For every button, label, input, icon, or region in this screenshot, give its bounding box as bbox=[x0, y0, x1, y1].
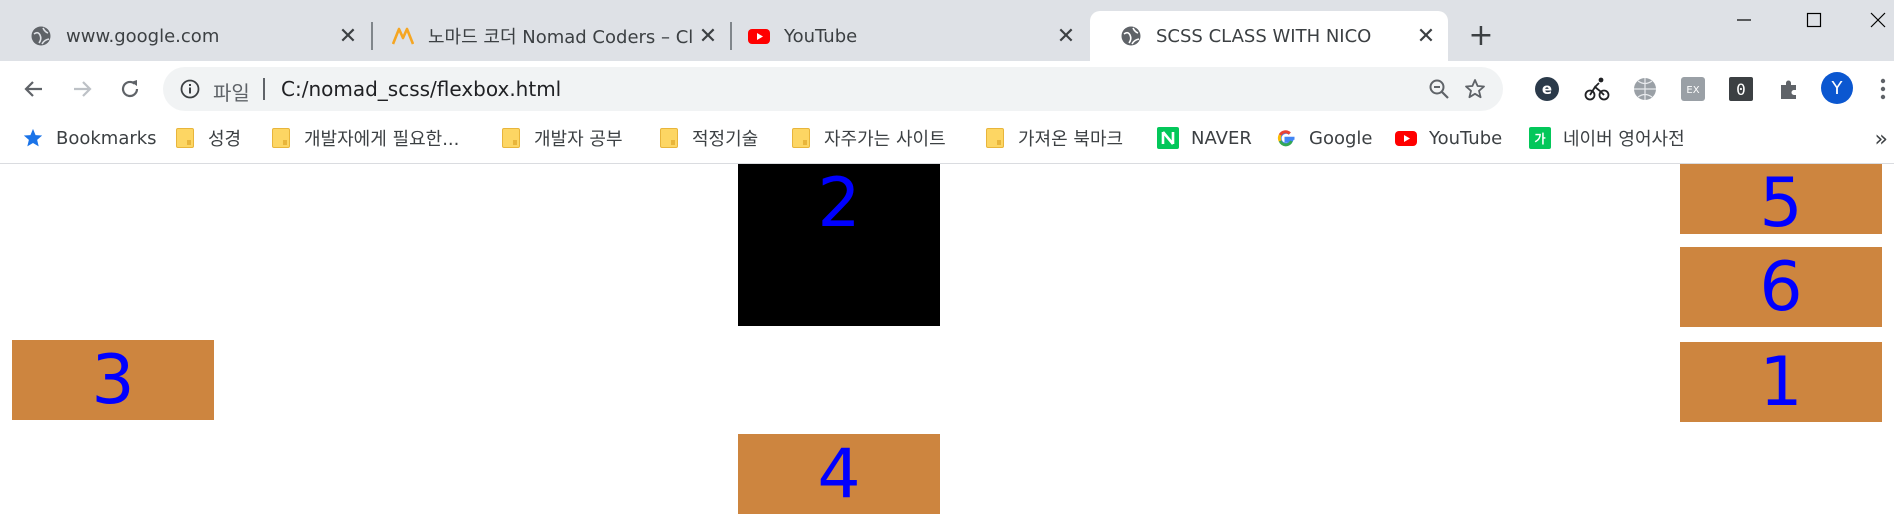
folder-icon bbox=[500, 127, 522, 149]
back-button[interactable] bbox=[16, 71, 52, 107]
ex-extension-icon[interactable]: EX bbox=[1678, 74, 1708, 104]
bookmark-folder[interactable]: 개발자 공부 bbox=[500, 123, 623, 153]
box-number: 3 bbox=[91, 340, 135, 420]
box-number: 5 bbox=[1759, 164, 1803, 243]
globe-extension-icon[interactable] bbox=[1630, 74, 1660, 104]
address-divider bbox=[263, 78, 265, 100]
info-icon[interactable] bbox=[179, 78, 201, 100]
bookmark-label: NAVER bbox=[1191, 127, 1252, 149]
bookmark-label: YouTube bbox=[1429, 127, 1503, 149]
box-number: 2 bbox=[817, 164, 861, 243]
bookmark-folder[interactable]: 성경 bbox=[174, 123, 241, 153]
cycling-extension-icon[interactable] bbox=[1582, 74, 1612, 104]
flex-box-6: 6 bbox=[1680, 247, 1882, 327]
new-tab-button[interactable]: + bbox=[1466, 18, 1496, 53]
tab-youtube[interactable]: YouTube ✕ bbox=[718, 11, 1088, 61]
arrow-right-icon bbox=[74, 81, 92, 97]
bookmark-label: Google bbox=[1309, 127, 1373, 149]
e-extension-icon[interactable]: e bbox=[1532, 74, 1562, 104]
profile-avatar[interactable]: Y bbox=[1820, 71, 1854, 105]
svg-text:e: e bbox=[1542, 80, 1552, 98]
menu-kebab-icon[interactable] bbox=[1872, 74, 1894, 104]
globe-icon bbox=[30, 25, 52, 47]
close-icon[interactable]: ✕ bbox=[336, 24, 360, 49]
zero-extension-icon[interactable]: 0 bbox=[1726, 74, 1756, 104]
star-icon bbox=[22, 127, 44, 149]
minimize-button[interactable] bbox=[1724, 5, 1764, 35]
avatar-initial: Y bbox=[1831, 77, 1843, 99]
folder-icon bbox=[984, 127, 1006, 149]
maximize-button[interactable] bbox=[1794, 5, 1834, 35]
star-bookmark-icon[interactable] bbox=[1461, 75, 1489, 103]
tab-title: SCSS CLASS WITH NICO bbox=[1156, 25, 1372, 47]
bookmark-label: 개발자 공부 bbox=[534, 129, 623, 150]
flex-box-5: 5 bbox=[1680, 164, 1882, 243]
browser-toolbar: 파일 C:/nomad_scss/flexbox.html e EX 0 Y bbox=[0, 61, 1894, 117]
bookmark-folder[interactable]: 개발자에게 필요한... bbox=[270, 123, 459, 153]
folder-icon bbox=[658, 127, 680, 149]
flex-box-2: 2 bbox=[738, 164, 940, 326]
close-icon[interactable]: ✕ bbox=[1414, 24, 1438, 49]
bookmark-naver-dictionary[interactable]: 가 네이버 영어사전 bbox=[1529, 123, 1685, 153]
close-window-button[interactable] bbox=[1862, 5, 1894, 35]
bookmark-google[interactable]: Google bbox=[1275, 123, 1372, 153]
zoom-icon[interactable] bbox=[1425, 75, 1453, 103]
svg-text:0: 0 bbox=[1736, 80, 1746, 99]
arrow-left-icon bbox=[24, 81, 42, 97]
close-icon[interactable]: ✕ bbox=[696, 24, 720, 49]
bookmark-label: Bookmarks bbox=[56, 127, 157, 149]
youtube-icon bbox=[748, 25, 770, 47]
svg-text:EX: EX bbox=[1686, 85, 1699, 96]
naver-icon bbox=[1157, 127, 1179, 149]
close-icon[interactable]: ✕ bbox=[1054, 24, 1078, 49]
folder-icon bbox=[790, 127, 812, 149]
box-number: 1 bbox=[1759, 342, 1803, 422]
tab-title: YouTube bbox=[784, 25, 858, 47]
bookmark-label: 네이버 영어사전 bbox=[1563, 129, 1685, 150]
youtube-icon bbox=[1395, 127, 1417, 149]
flex-box-3: 3 bbox=[12, 340, 214, 420]
nomad-coders-logo-icon bbox=[392, 25, 414, 47]
address-bar[interactable]: 파일 C:/nomad_scss/flexbox.html bbox=[163, 67, 1503, 111]
url-text[interactable]: C:/nomad_scss/flexbox.html bbox=[281, 77, 561, 101]
tab-scss-class[interactable]: SCSS CLASS WITH NICO ✕ bbox=[1090, 11, 1448, 61]
bookmarks-overflow-button[interactable]: » bbox=[1875, 127, 1888, 152]
bookmark-label: 개발자에게 필요한... bbox=[304, 129, 460, 150]
tab-nomad-coders[interactable]: 노마드 코더 Nomad Coders – Cl ✕ bbox=[362, 11, 730, 61]
box-number: 6 bbox=[1759, 247, 1803, 327]
folder-icon bbox=[174, 127, 196, 149]
flex-box-1: 1 bbox=[1680, 342, 1882, 422]
puzzle-icon[interactable] bbox=[1774, 74, 1804, 104]
globe-icon bbox=[1120, 25, 1142, 47]
naver-dictionary-icon: 가 bbox=[1529, 127, 1551, 149]
page-viewport: 2 5 6 3 1 4 bbox=[0, 164, 1894, 514]
bookmark-folder[interactable]: 가져온 북마크 bbox=[984, 123, 1123, 153]
bookmarks-bar: Bookmarks 성경 개발자에게 필요한... 개발자 공부 적정기술 자주… bbox=[0, 117, 1894, 164]
tab-strip: www.google.com ✕ 노마드 코더 Nomad Coders – C… bbox=[0, 0, 1894, 61]
bookmark-label: 적정기술 bbox=[692, 129, 759, 150]
bookmark-youtube[interactable]: YouTube bbox=[1395, 123, 1502, 153]
bookmark-label: 자주가는 사이트 bbox=[824, 129, 946, 150]
flex-box-4: 4 bbox=[738, 434, 940, 514]
bookmark-naver[interactable]: NAVER bbox=[1157, 123, 1252, 153]
reload-icon bbox=[121, 80, 139, 98]
bookmark-label: 가져온 북마크 bbox=[1018, 129, 1124, 150]
bookmark-folder[interactable]: 자주가는 사이트 bbox=[790, 123, 946, 153]
file-scheme-label: 파일 bbox=[213, 81, 250, 105]
bookmark-bookmarks[interactable]: Bookmarks bbox=[22, 123, 157, 153]
reload-button[interactable] bbox=[112, 71, 148, 107]
forward-button[interactable] bbox=[64, 71, 100, 107]
box-number: 4 bbox=[817, 434, 861, 514]
svg-text:가: 가 bbox=[1534, 131, 1545, 146]
tab-google[interactable]: www.google.com ✕ bbox=[0, 11, 370, 61]
folder-icon bbox=[270, 127, 292, 149]
bookmark-folder[interactable]: 적정기술 bbox=[658, 123, 758, 153]
google-icon bbox=[1275, 127, 1297, 149]
bookmark-label: 성경 bbox=[208, 129, 242, 150]
tab-title: www.google.com bbox=[66, 25, 220, 47]
tab-title: 노마드 코더 Nomad Coders – Cl bbox=[428, 27, 694, 48]
